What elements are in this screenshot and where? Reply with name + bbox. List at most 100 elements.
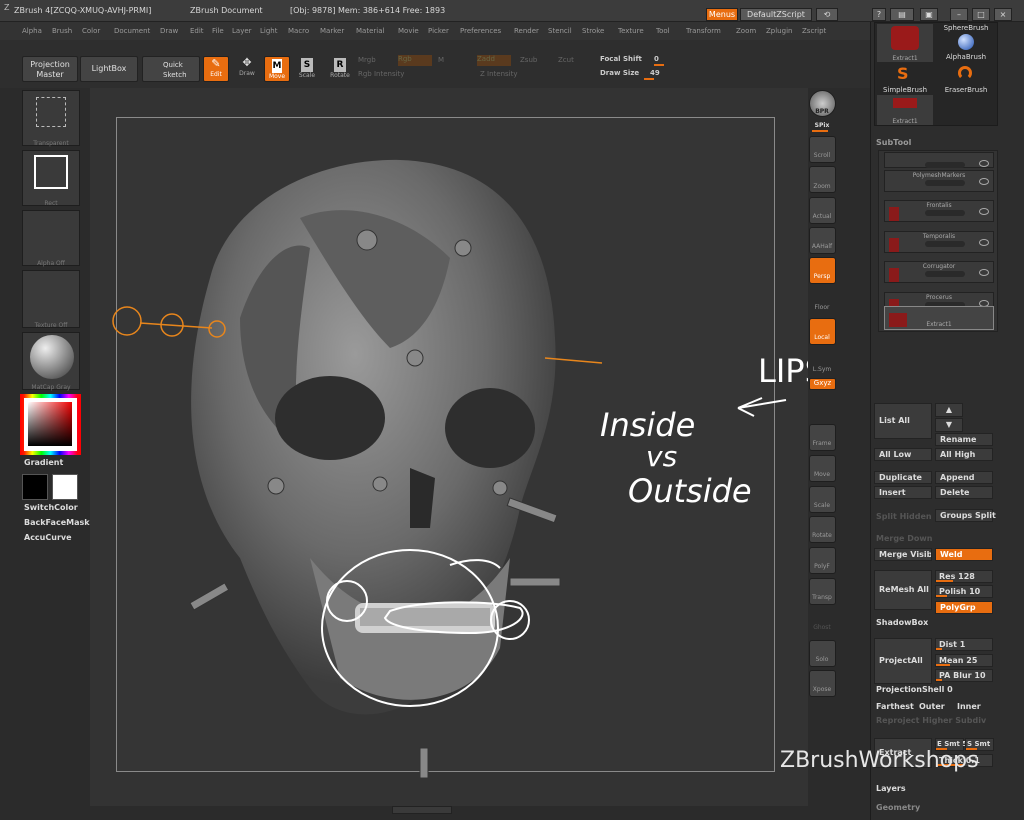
switch-color-button[interactable]: SwitchColor [24,503,78,512]
pa-blur-slider[interactable]: PA Blur 10 [935,669,993,682]
zadd-toggle[interactable]: Zadd [477,55,511,66]
menu-zscript[interactable]: Zscript [802,27,826,35]
m-toggle[interactable]: M [438,56,444,64]
maximize-icon[interactable]: □ [972,8,990,21]
stroke-thumbnail[interactable]: Transparent [22,90,80,147]
eye-icon[interactable] [979,160,989,167]
delete-button[interactable]: Delete [935,486,993,499]
eraser-brush[interactable]: EraserBrush [938,64,994,94]
list-all-button[interactable]: List All [874,403,932,439]
eye-icon[interactable] [979,178,989,185]
color-picker[interactable] [20,394,81,455]
menu-tool[interactable]: Tool [656,27,670,35]
texture-thumbnail[interactable]: Texture Off [22,270,80,329]
menu-edit[interactable]: Edit [190,27,204,35]
close-icon[interactable]: × [994,8,1012,21]
brush-extract-bottom[interactable]: Extract1 [877,95,933,125]
menu-light[interactable]: Light [260,27,277,35]
menu-preferences[interactable]: Preferences [460,27,501,35]
gxyz-button[interactable]: Gxyz [809,378,836,390]
subtool-row[interactable]: Temporalis [884,231,994,253]
rgb-toggle[interactable]: Rgb [398,55,432,66]
menu-zplugin[interactable]: Zplugin [766,27,792,35]
lock-icon[interactable]: ▣ [920,8,938,21]
brush-thumbnail[interactable]: Rect [22,150,80,207]
shadowbox-button[interactable]: ShadowBox [876,618,928,627]
subtool-row[interactable]: Corrugator [884,261,994,283]
main-color-swatch[interactable] [22,474,48,500]
menu-zoom[interactable]: Zoom [736,27,756,35]
alpha-brush[interactable]: AlphaBrush [938,53,994,63]
remesh-all-button[interactable]: ReMesh All [874,570,932,610]
menu-layer[interactable]: Layer [232,27,252,35]
canvas-scroll-handle[interactable] [392,806,452,814]
zcut-toggle[interactable]: Zcut [558,56,574,64]
zscript-button[interactable]: DefaultZScript [740,8,812,21]
merge-visible-button[interactable]: Merge Visible [874,548,932,561]
menu-alpha[interactable]: Alpha [22,27,42,35]
quick-sketch-button[interactable]: Quick Sketch [142,56,200,82]
menu-document[interactable]: Document [114,27,150,35]
res-slider[interactable]: Res 128 [935,570,993,583]
polish-slider[interactable]: Polish 10 [935,585,993,598]
minimize-icon[interactable]: – [950,8,968,21]
layout-icon[interactable]: ▤ [890,8,914,21]
secondary-color-swatch[interactable] [52,474,78,500]
project-all-button[interactable]: ProjectAll [874,638,932,684]
subtool-row[interactable]: PolymeshMarkers [884,170,994,192]
mrgb-toggle[interactable]: Mrgb [358,56,376,64]
all-low-button[interactable]: All Low [874,448,932,461]
merge-down-button[interactable]: Merge Down [876,534,933,543]
reproject-higher-subdiv-button[interactable]: Reproject Higher Subdiv [876,716,986,725]
focal-shift-slider[interactable]: Focal Shift 0 [600,54,710,66]
menu-texture[interactable]: Texture [618,27,644,35]
subtool-row-selected[interactable]: Extract1 [884,306,994,330]
menu-file[interactable]: File [212,27,224,35]
spix-slider[interactable]: SPix [805,122,839,129]
mean-slider[interactable]: Mean 25 [935,654,993,667]
layers-header[interactable]: Layers [876,784,906,793]
menu-macro[interactable]: Macro [288,27,309,35]
groups-split-button[interactable]: Groups Split [935,509,996,522]
projection-master-button[interactable]: Projection Master [22,56,78,82]
z-intensity-slider[interactable]: Z Intensity [480,70,518,78]
brush-extract-top[interactable]: Extract1 [877,24,933,62]
draw-button[interactable]: ✥ Draw [234,56,260,82]
insert-button[interactable]: Insert [874,486,932,499]
menu-picker[interactable]: Picker [428,27,449,35]
polygrp-toggle[interactable]: PolyGrp [935,601,993,614]
farthest-toggle[interactable]: Farthest [876,702,914,711]
rotate-button[interactable]: R Rotate [326,56,354,82]
subtool-row[interactable]: Frontalis [884,200,994,222]
dist-slider[interactable]: Dist 1 [935,638,993,651]
menu-movie[interactable]: Movie [398,27,419,35]
refresh-icon[interactable]: ⟲ [816,8,838,21]
move-button[interactable]: M Move [264,56,290,82]
split-hidden-button[interactable]: Split Hidden [876,512,932,521]
menus-button[interactable]: Menus [706,8,738,21]
arrow-up-icon[interactable]: ▲ [935,403,963,417]
arrow-down-icon[interactable]: ▼ [935,418,963,432]
outer-toggle[interactable]: Outer [919,702,945,711]
simple-brush[interactable]: S SimpleBrush [877,64,933,94]
append-button[interactable]: Append [935,471,993,484]
eye-icon[interactable] [979,239,989,246]
material-thumbnail[interactable]: MatCap Gray [22,332,80,391]
backface-mask-toggle[interactable]: BackFaceMask [24,518,90,527]
menu-stroke[interactable]: Stroke [582,27,604,35]
gradient-label[interactable]: Gradient [24,458,63,467]
eye-icon[interactable] [979,269,989,276]
lightbox-button[interactable]: LightBox [80,56,138,82]
menu-stencil[interactable]: Stencil [548,27,572,35]
help-icon[interactable]: ? [872,8,886,21]
weld-toggle[interactable]: Weld [935,548,993,561]
geometry-header[interactable]: Geometry [876,803,920,812]
rename-button[interactable]: Rename [935,433,993,446]
edit-button[interactable]: ✎ Edit [203,56,229,82]
menu-brush[interactable]: Brush [52,27,72,35]
inner-toggle[interactable]: Inner [957,702,981,711]
scale-button[interactable]: S Scale [294,56,320,82]
rgb-intensity-slider[interactable]: Rgb Intensity [358,70,404,78]
zsub-toggle[interactable]: Zsub [520,56,537,64]
duplicate-button[interactable]: Duplicate [874,471,932,484]
